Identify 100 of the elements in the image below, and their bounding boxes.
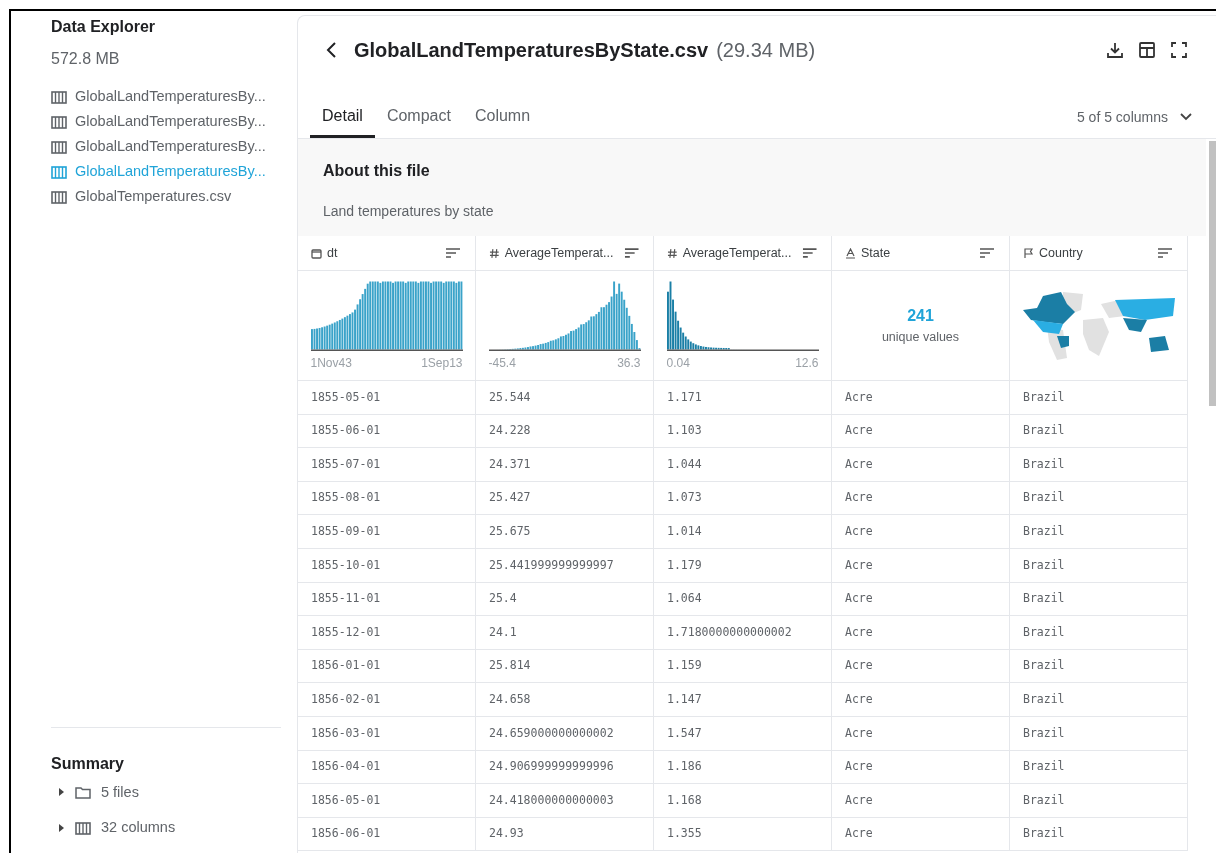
table-cell: 24.418000000000003 bbox=[476, 784, 654, 817]
caret-icon[interactable] bbox=[57, 788, 65, 797]
table-cell: Brazil bbox=[1010, 448, 1188, 481]
file-item[interactable]: GlobalLandTemperaturesBy... bbox=[51, 137, 281, 157]
table-cell: 1855-10-01 bbox=[298, 548, 476, 582]
table-cell: Acre bbox=[832, 381, 1010, 414]
table-icon bbox=[75, 821, 91, 835]
scrollbar[interactable] bbox=[1209, 141, 1216, 406]
table-cell: 1.014 bbox=[654, 515, 832, 548]
table-icon bbox=[51, 140, 67, 154]
table-cell: 1855-12-01 bbox=[298, 616, 476, 649]
sort-icon[interactable] bbox=[801, 247, 817, 259]
about-title: About this file bbox=[323, 161, 431, 181]
file-item[interactable]: GlobalLandTemperaturesBy... bbox=[51, 87, 281, 107]
sort-icon[interactable] bbox=[1157, 247, 1173, 259]
table-cell: 1856-02-01 bbox=[298, 683, 476, 716]
folder-icon bbox=[75, 785, 91, 799]
table-cell: Brazil bbox=[1010, 481, 1188, 515]
column-header[interactable]: State bbox=[832, 236, 1010, 270]
chevron-down-icon bbox=[1180, 113, 1192, 121]
fullscreen-icon[interactable] bbox=[1170, 41, 1188, 59]
table-cell: Brazil bbox=[1010, 817, 1188, 851]
table-cell: 1855-11-01 bbox=[298, 582, 476, 616]
column-header[interactable]: Country bbox=[1010, 236, 1188, 270]
table-cell: 1856-01-01 bbox=[298, 649, 476, 683]
column-name: AverageTemperat... bbox=[682, 244, 792, 262]
table-cell: 1855-05-01 bbox=[298, 381, 476, 414]
table-cell: 1856-04-01 bbox=[298, 750, 476, 784]
table-cell: 1.186 bbox=[654, 750, 832, 784]
table-cell: 25.544 bbox=[476, 381, 654, 414]
table-cell: 25.441999999999997 bbox=[476, 548, 654, 582]
table-cell: Acre bbox=[832, 616, 1010, 649]
table-cell: Acre bbox=[832, 649, 1010, 683]
tab[interactable]: Compact bbox=[374, 96, 463, 138]
table-cell: Brazil bbox=[1010, 750, 1188, 784]
table-cell: 1855-06-01 bbox=[298, 414, 476, 448]
table-cell: Acre bbox=[832, 817, 1010, 851]
summary-title: Summary bbox=[51, 753, 125, 774]
range-max: 1Sep13 bbox=[421, 355, 463, 372]
unique-label: unique values bbox=[881, 329, 960, 347]
table-cell: 24.659000000000002 bbox=[476, 716, 654, 750]
table-cell: Acre bbox=[832, 582, 1010, 616]
range-min: -45.4 bbox=[488, 355, 516, 372]
table-cell: 24.371 bbox=[476, 448, 654, 481]
table-cell: 25.4 bbox=[476, 582, 654, 616]
column-name: State bbox=[861, 244, 891, 262]
range-max: 36.3 bbox=[617, 355, 641, 372]
table-cell: 1.171 bbox=[654, 381, 832, 414]
column-name: Country bbox=[1039, 244, 1083, 262]
table-cell: Brazil bbox=[1010, 649, 1188, 683]
table-cell: Brazil bbox=[1010, 784, 1188, 817]
column-selector[interactable]: 5 of 5 columns bbox=[1076, 96, 1192, 138]
column-header[interactable]: AverageTemperat... bbox=[476, 236, 654, 270]
table-cell: 24.93 bbox=[476, 817, 654, 851]
table-cell: Acre bbox=[832, 481, 1010, 515]
file-item[interactable]: GlobalTemperatures.csv bbox=[51, 187, 281, 207]
table-cell: 1.179 bbox=[654, 548, 832, 582]
table-cell: Acre bbox=[832, 750, 1010, 784]
table-cell: 1.159 bbox=[654, 649, 832, 683]
column-name: AverageTemperat... bbox=[504, 244, 614, 262]
calendar-icon bbox=[311, 247, 322, 259]
table-cell: 1856-06-01 bbox=[298, 817, 476, 851]
caret-icon[interactable] bbox=[57, 824, 65, 833]
table-icon bbox=[51, 90, 67, 104]
column-header[interactable]: AverageTemperat... bbox=[654, 236, 832, 270]
table-cell: 1855-09-01 bbox=[298, 515, 476, 548]
back-icon[interactable] bbox=[326, 41, 338, 59]
download-icon[interactable] bbox=[1106, 41, 1124, 59]
sort-icon[interactable] bbox=[445, 247, 461, 259]
dataset-size: 572.8 MB bbox=[51, 49, 121, 69]
unique-count: 241 bbox=[907, 306, 934, 327]
table-cell: Brazil bbox=[1010, 381, 1188, 414]
table-cell: Brazil bbox=[1010, 683, 1188, 716]
grid-icon[interactable] bbox=[1138, 41, 1156, 59]
file-item[interactable]: GlobalLandTemperaturesBy... bbox=[51, 112, 281, 132]
table-cell: Brazil bbox=[1010, 515, 1188, 548]
table-cell: 1.168 bbox=[654, 784, 832, 817]
table-cell: Brazil bbox=[1010, 414, 1188, 448]
file-size: (29.34 MB) bbox=[716, 38, 816, 63]
column-header[interactable]: dt bbox=[298, 236, 476, 270]
table-cell: 1.044 bbox=[654, 448, 832, 481]
table-cell: Acre bbox=[832, 716, 1010, 750]
table-icon bbox=[51, 115, 67, 129]
table-cell: Brazil bbox=[1010, 716, 1188, 750]
table-cell: 25.427 bbox=[476, 481, 654, 515]
table-cell: 1.547 bbox=[654, 716, 832, 750]
table-cell: 24.1 bbox=[476, 616, 654, 649]
table-cell: 1856-05-01 bbox=[298, 784, 476, 817]
table-cell: Acre bbox=[832, 448, 1010, 481]
summary-label: 32 columns bbox=[101, 818, 176, 838]
tab[interactable]: Column bbox=[462, 96, 543, 138]
text-type-icon bbox=[845, 247, 856, 259]
file-title: GlobalLandTemperaturesByState.csv bbox=[354, 38, 709, 63]
table-cell: Acre bbox=[832, 515, 1010, 548]
column-name: dt bbox=[327, 244, 338, 262]
table-cell: Acre bbox=[832, 683, 1010, 716]
table-cell: 25.675 bbox=[476, 515, 654, 548]
sort-icon[interactable] bbox=[979, 247, 995, 259]
sort-icon[interactable] bbox=[623, 247, 639, 259]
table-cell: 1.103 bbox=[654, 414, 832, 448]
